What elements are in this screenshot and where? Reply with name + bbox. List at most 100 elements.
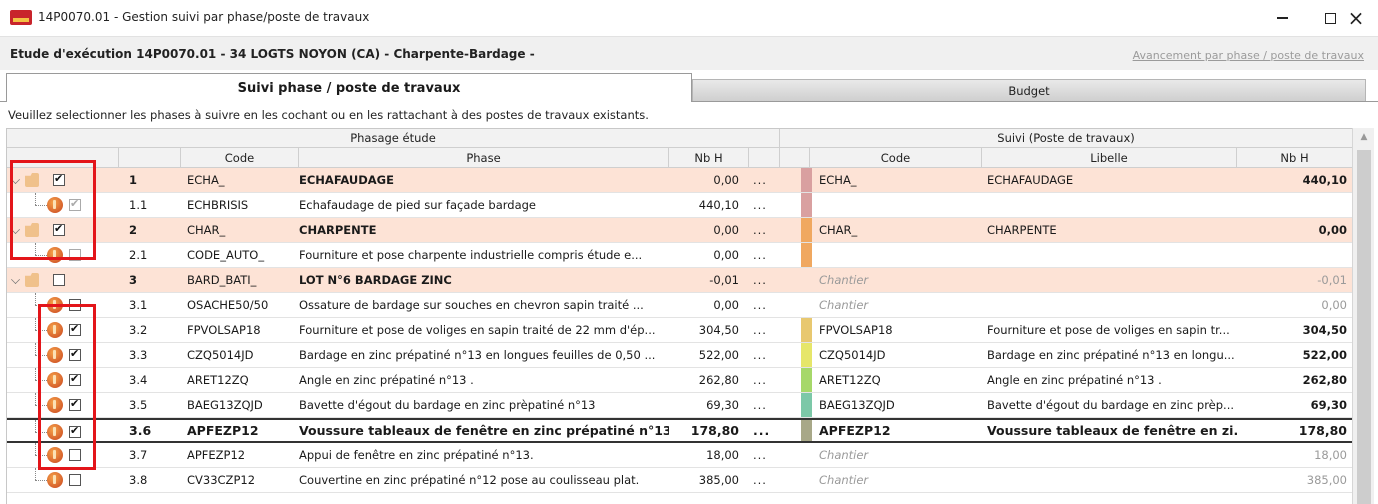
tree-connector bbox=[35, 355, 47, 356]
suivi-code[interactable]: APFEZP12 bbox=[817, 420, 977, 441]
suivi-code[interactable] bbox=[817, 243, 977, 267]
phase-link-button[interactable]: ... bbox=[749, 343, 779, 367]
col-header-nbh[interactable]: Nb H bbox=[669, 148, 749, 168]
phase-link-button[interactable]: ... bbox=[749, 368, 779, 392]
suivi-code[interactable]: ARET12ZQ bbox=[817, 368, 977, 392]
phase-row[interactable]: 3.6 APFEZP12 Voussure tableaux de fenêtre … bbox=[7, 418, 1353, 443]
col-header-code[interactable]: Code bbox=[181, 148, 299, 168]
suivi-code[interactable]: CHAR_ bbox=[817, 218, 977, 242]
phase-link-button[interactable]: ... bbox=[749, 318, 779, 342]
phase-row[interactable]: 2.1 CODE_AUTO_ Fourniture et pose charpent… bbox=[7, 243, 1353, 268]
phase-group-row[interactable]: 2 CHAR_ CHARPENTE 0,00... CHAR_ CHARPENTE 0,00 bbox=[7, 218, 1353, 243]
phase-checkbox[interactable] bbox=[69, 322, 81, 336]
scroll-up-icon[interactable]: ▲ bbox=[1357, 132, 1371, 142]
tab-suivi-phase[interactable]: Suivi phase / poste de travaux bbox=[6, 73, 692, 102]
phase-row[interactable]: 3.3 CZQ5014JD Bardage en zinc prépatiné n°… bbox=[7, 343, 1353, 368]
phase-checkbox[interactable] bbox=[69, 372, 81, 386]
phase-link-button[interactable]: ... bbox=[749, 420, 779, 441]
suivi-nbh: 69,30 bbox=[1241, 393, 1349, 417]
phase-code: ARET12ZQ bbox=[181, 368, 299, 392]
suivi-libelle-text: Bardage en zinc prépatiné n°13 en longu.… bbox=[987, 348, 1235, 362]
phase-label-text: Echafaudage de pied sur façade bardage bbox=[299, 198, 536, 212]
phase-row[interactable]: 3.8 CV33CZP12 Couvertine en zinc prépatiné… bbox=[7, 468, 1353, 493]
scroll-thumb[interactable] bbox=[1357, 150, 1371, 504]
phase-checkbox[interactable] bbox=[69, 197, 81, 211]
chevron-down-icon[interactable] bbox=[11, 175, 20, 184]
suivi-code[interactable]: Chantier bbox=[817, 443, 977, 467]
folder-icon bbox=[25, 273, 39, 287]
phase-grid: Phasage étude Suivi (Poste de travaux) C… bbox=[6, 128, 1374, 504]
suivi-code[interactable]: FPVOLSAP18 bbox=[817, 318, 977, 342]
phase-icon bbox=[47, 472, 63, 488]
phase-label-text: Ossature de bardage sur souches en chevr… bbox=[299, 298, 644, 312]
phase-link-button[interactable]: ... bbox=[749, 193, 779, 217]
phase-checkbox[interactable] bbox=[69, 347, 81, 361]
tree-connector bbox=[35, 432, 47, 433]
phase-code: BAEG13ZQJD bbox=[181, 393, 299, 417]
phase-link-button[interactable]: ... bbox=[749, 168, 779, 192]
phase-icon bbox=[47, 372, 63, 388]
phase-link-button[interactable]: ... bbox=[749, 268, 779, 292]
phase-checkbox[interactable] bbox=[69, 299, 81, 311]
suivi-code[interactable]: ECHA_ bbox=[817, 168, 977, 192]
chevron-down-icon[interactable] bbox=[11, 275, 20, 284]
phase-link-button[interactable]: ... bbox=[749, 243, 779, 267]
phase-code: ECHBRISIS bbox=[181, 193, 299, 217]
phase-checkbox[interactable] bbox=[69, 449, 81, 461]
phase-checkbox[interactable] bbox=[53, 274, 65, 286]
phase-checkbox[interactable] bbox=[69, 397, 81, 411]
phase-row[interactable]: 3.4 ARET12ZQ Angle en zinc prépatiné n°13 … bbox=[7, 368, 1353, 393]
suivi-nbh-text: 522,00 bbox=[1302, 348, 1347, 362]
avancement-link[interactable]: Avancement par phase / poste de travaux bbox=[1133, 49, 1364, 62]
phase-checkbox[interactable] bbox=[69, 474, 81, 486]
phase-link-button-text: ... bbox=[753, 198, 767, 212]
suivi-code[interactable]: Chantier bbox=[817, 468, 977, 492]
grid-scrollbar[interactable]: ▲ bbox=[1352, 128, 1374, 504]
phase-index-text: 2.1 bbox=[129, 248, 148, 262]
phase-link-button[interactable]: ... bbox=[749, 468, 779, 492]
folder-icon bbox=[25, 223, 39, 237]
phase-checkbox[interactable] bbox=[53, 172, 65, 186]
suivi-code[interactable]: CZQ5014JD bbox=[817, 343, 977, 367]
col-header-libelle[interactable]: Libelle bbox=[982, 148, 1237, 168]
phase-link-button[interactable]: ... bbox=[749, 393, 779, 417]
phase-label: Ossature de bardage sur souches en chevr… bbox=[299, 293, 669, 317]
phase-icon bbox=[47, 297, 63, 313]
col-header-phase[interactable]: Phase bbox=[299, 148, 669, 168]
phase-row[interactable]: 3.1 OSACHE50/50 Ossature de bardage sur so… bbox=[7, 293, 1353, 318]
phase-checkbox[interactable] bbox=[69, 249, 81, 261]
phase-nbh: 522,00 bbox=[669, 343, 739, 367]
phase-row[interactable]: 3.2 FPVOLSAP18 Fourniture et pose de volig… bbox=[7, 318, 1353, 343]
phase-checkbox[interactable] bbox=[53, 222, 65, 236]
suivi-nbh: 304,50 bbox=[1241, 318, 1349, 342]
phase-link-button[interactable]: ... bbox=[749, 218, 779, 242]
phase-row[interactable]: 3.7 APFEZP12 Appui de fenêtre en zinc prép… bbox=[7, 443, 1353, 468]
poste-color-swatch bbox=[801, 218, 812, 242]
phase-link-button[interactable]: ... bbox=[749, 443, 779, 467]
phase-link-button[interactable]: ... bbox=[749, 293, 779, 317]
phase-nbh: 304,50 bbox=[669, 318, 739, 342]
phase-code-text: CHAR_ bbox=[187, 223, 226, 237]
phase-group-row[interactable]: 3 BARD_BATI_ LOT N°6 BARDAGE ZINC -0,01... C… bbox=[7, 268, 1353, 293]
suivi-code[interactable]: BAEG13ZQJD bbox=[817, 393, 977, 417]
close-button[interactable]: × bbox=[1336, 4, 1376, 32]
chevron-down-icon[interactable] bbox=[11, 225, 20, 234]
phase-group-row[interactable]: 1 ECHA_ ECHAFAUDAGE 0,00... ECHA_ ECHAFAUDAGE… bbox=[7, 168, 1353, 193]
col-header-suivi-code[interactable]: Code bbox=[810, 148, 982, 168]
phase-checkbox[interactable] bbox=[69, 424, 81, 438]
suivi-code[interactable] bbox=[817, 193, 977, 217]
phase-nbh-text: 69,30 bbox=[706, 398, 739, 412]
col-header-suivi-nbh[interactable]: Nb H bbox=[1237, 148, 1353, 168]
suivi-nbh-text: 0,00 bbox=[1321, 298, 1347, 312]
suivi-nbh-text: 69,30 bbox=[1310, 398, 1347, 412]
phase-code: APFEZP12 bbox=[181, 443, 299, 467]
tab-budget[interactable]: Budget bbox=[692, 79, 1366, 101]
suivi-code[interactable]: Chantier bbox=[817, 268, 977, 292]
suivi-code[interactable]: Chantier bbox=[817, 293, 977, 317]
phase-row[interactable]: 3.5 BAEG13ZQJD Bavette d'égout du bardage … bbox=[7, 393, 1353, 418]
tab-divider-gap bbox=[7, 101, 691, 102]
poste-color-swatch bbox=[801, 268, 812, 292]
minimize-button[interactable] bbox=[1262, 4, 1302, 32]
phase-index-text: 1.1 bbox=[129, 198, 148, 212]
phase-row[interactable]: 1.1 ECHBRISIS Echafaudage de pied sur faça… bbox=[7, 193, 1353, 218]
